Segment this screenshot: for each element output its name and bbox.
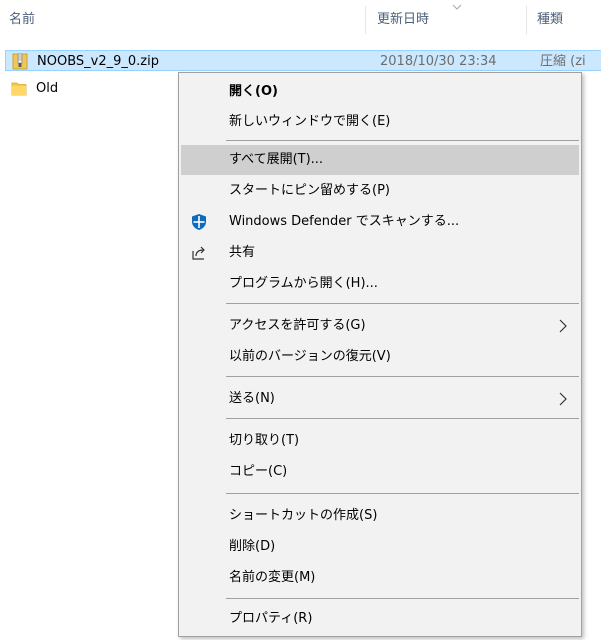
menu-item-label: Windows Defender でスキャンする... — [229, 214, 460, 229]
menu-item-label: 共有 — [229, 245, 256, 260]
menu-item-cut[interactable]: 切り取り(T) — [181, 426, 579, 456]
menu-separator — [226, 140, 579, 141]
column-header-name[interactable]: 名前 — [9, 0, 35, 40]
menu-item-open-with[interactable]: プログラムから開く(H)... — [181, 269, 579, 299]
menu-item-label: スタートにピン留めする(P) — [229, 183, 390, 198]
menu-separator — [226, 376, 579, 377]
menu-item-defender-scan[interactable]: Windows Defender でスキャンする... — [181, 207, 579, 237]
menu-item-label: 削除(D) — [229, 539, 276, 554]
menu-item-delete[interactable]: 削除(D) — [181, 532, 579, 562]
file-name: NOOBS_v2_9_0.zip — [37, 54, 159, 69]
menu-item-open[interactable]: 開く(O) — [181, 77, 579, 107]
menu-separator — [226, 418, 579, 419]
menu-item-restore-previous-versions[interactable]: 以前のバージョンの復元(V) — [181, 342, 579, 372]
menu-item-label: アクセスを許可する(G) — [229, 318, 366, 333]
menu-item-label: コピー(C) — [229, 464, 288, 479]
menu-item-create-shortcut[interactable]: ショートカットの作成(S) — [181, 501, 579, 531]
column-header-date-modified[interactable]: 更新日時 — [377, 0, 429, 40]
submenu-chevron-icon — [559, 392, 567, 406]
share-icon — [192, 246, 205, 260]
menu-item-label: 名前の変更(M) — [229, 570, 316, 585]
context-menu: 開く(O) 新しいウィンドウで開く(E) すべて展開(T)... スタートにピン… — [178, 72, 582, 637]
menu-separator — [226, 598, 579, 599]
menu-item-label: 切り取り(T) — [229, 433, 300, 448]
menu-item-label: すべて展開(T)... — [229, 152, 324, 167]
column-divider[interactable] — [365, 6, 366, 34]
menu-item-rename[interactable]: 名前の変更(M) — [181, 563, 579, 593]
column-header-type[interactable]: 種類 — [537, 0, 563, 40]
windows-defender-shield-icon — [192, 214, 206, 230]
submenu-chevron-icon — [559, 319, 567, 333]
menu-item-send-to[interactable]: 送る(N) — [181, 384, 579, 414]
menu-item-label: プロパティ(R) — [229, 611, 313, 626]
menu-item-label: 以前のバージョンの復元(V) — [229, 349, 391, 364]
menu-item-label: 新しいウィンドウで開く(E) — [229, 114, 391, 129]
menu-item-extract-all[interactable]: すべて展開(T)... — [181, 145, 579, 175]
file-date-modified: 2018/10/30 23:34 — [380, 54, 497, 69]
menu-item-properties[interactable]: プロパティ(R) — [181, 604, 579, 634]
menu-item-share[interactable]: 共有 — [181, 238, 579, 268]
menu-item-open-new-window[interactable]: 新しいウィンドウで開く(E) — [181, 107, 579, 137]
menu-item-give-access[interactable]: アクセスを許可する(G) — [181, 311, 579, 341]
file-type: 圧縮 (zi — [540, 54, 586, 69]
menu-item-label: 開く(O) — [229, 84, 278, 99]
file-explorer: 名前 更新日時 種類 NOOBS_v2_9_0.zip 2018/10/30 2… — [0, 0, 601, 640]
file-row-noobs-zip[interactable]: NOOBS_v2_9_0.zip 2018/10/30 23:34 圧縮 (zi — [5, 50, 601, 71]
file-name: Old — [36, 81, 59, 96]
menu-item-pin-to-start[interactable]: スタートにピン留めする(P) — [181, 176, 579, 206]
menu-item-label: 送る(N) — [229, 391, 275, 406]
zip-folder-icon — [12, 53, 28, 70]
menu-item-copy[interactable]: コピー(C) — [181, 457, 579, 487]
column-divider[interactable] — [526, 6, 527, 34]
menu-separator — [226, 493, 579, 494]
menu-item-label: プログラムから開く(H)... — [229, 276, 378, 291]
sort-chevron-icon — [452, 4, 462, 10]
menu-item-label: ショートカットの作成(S) — [229, 508, 378, 523]
menu-separator — [226, 303, 579, 304]
folder-icon — [11, 82, 27, 96]
